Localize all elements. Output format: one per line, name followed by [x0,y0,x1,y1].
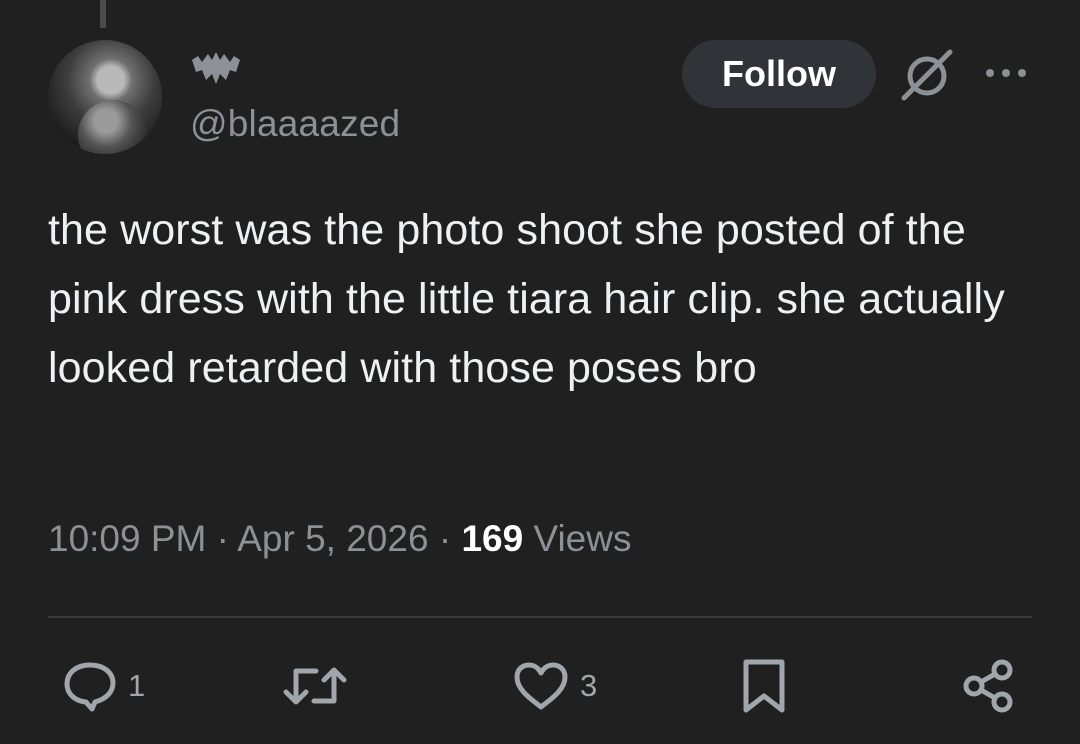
tweet-text: the worst was the photo shoot she posted… [48,206,1005,392]
meta-separator: · [438,518,452,559]
tweet-time[interactable]: 10:09 PM [48,518,206,559]
retweet-icon [283,667,347,705]
share-button[interactable] [960,658,1016,714]
more-icon[interactable] [984,62,1028,84]
bookmark-icon [743,659,785,713]
reply-icon [64,662,116,712]
tweet-meta: 10:09 PM · Apr 5, 2026 · 169 Views [48,518,631,560]
bat-icon [192,52,240,84]
grok-icon[interactable] [898,46,956,104]
views-count: 169 [461,518,524,559]
share-icon [963,659,1013,713]
like-icon [514,662,568,710]
like-button[interactable]: 3 [512,658,597,714]
retweet-button[interactable] [282,658,348,714]
bookmark-button[interactable] [738,658,790,714]
tweet-date[interactable]: Apr 5, 2026 [237,518,428,559]
meta-separator: · [216,518,229,559]
divider [48,616,1032,618]
like-count: 3 [580,668,598,703]
user-handle[interactable]: @blaaaazed [190,103,400,145]
avatar[interactable] [48,40,162,154]
follow-button[interactable]: Follow [682,40,876,108]
views-label: Views [533,518,632,559]
reply-button[interactable]: 1 [62,658,145,714]
reply-count: 1 [128,668,146,703]
thread-connector-line [100,0,106,28]
